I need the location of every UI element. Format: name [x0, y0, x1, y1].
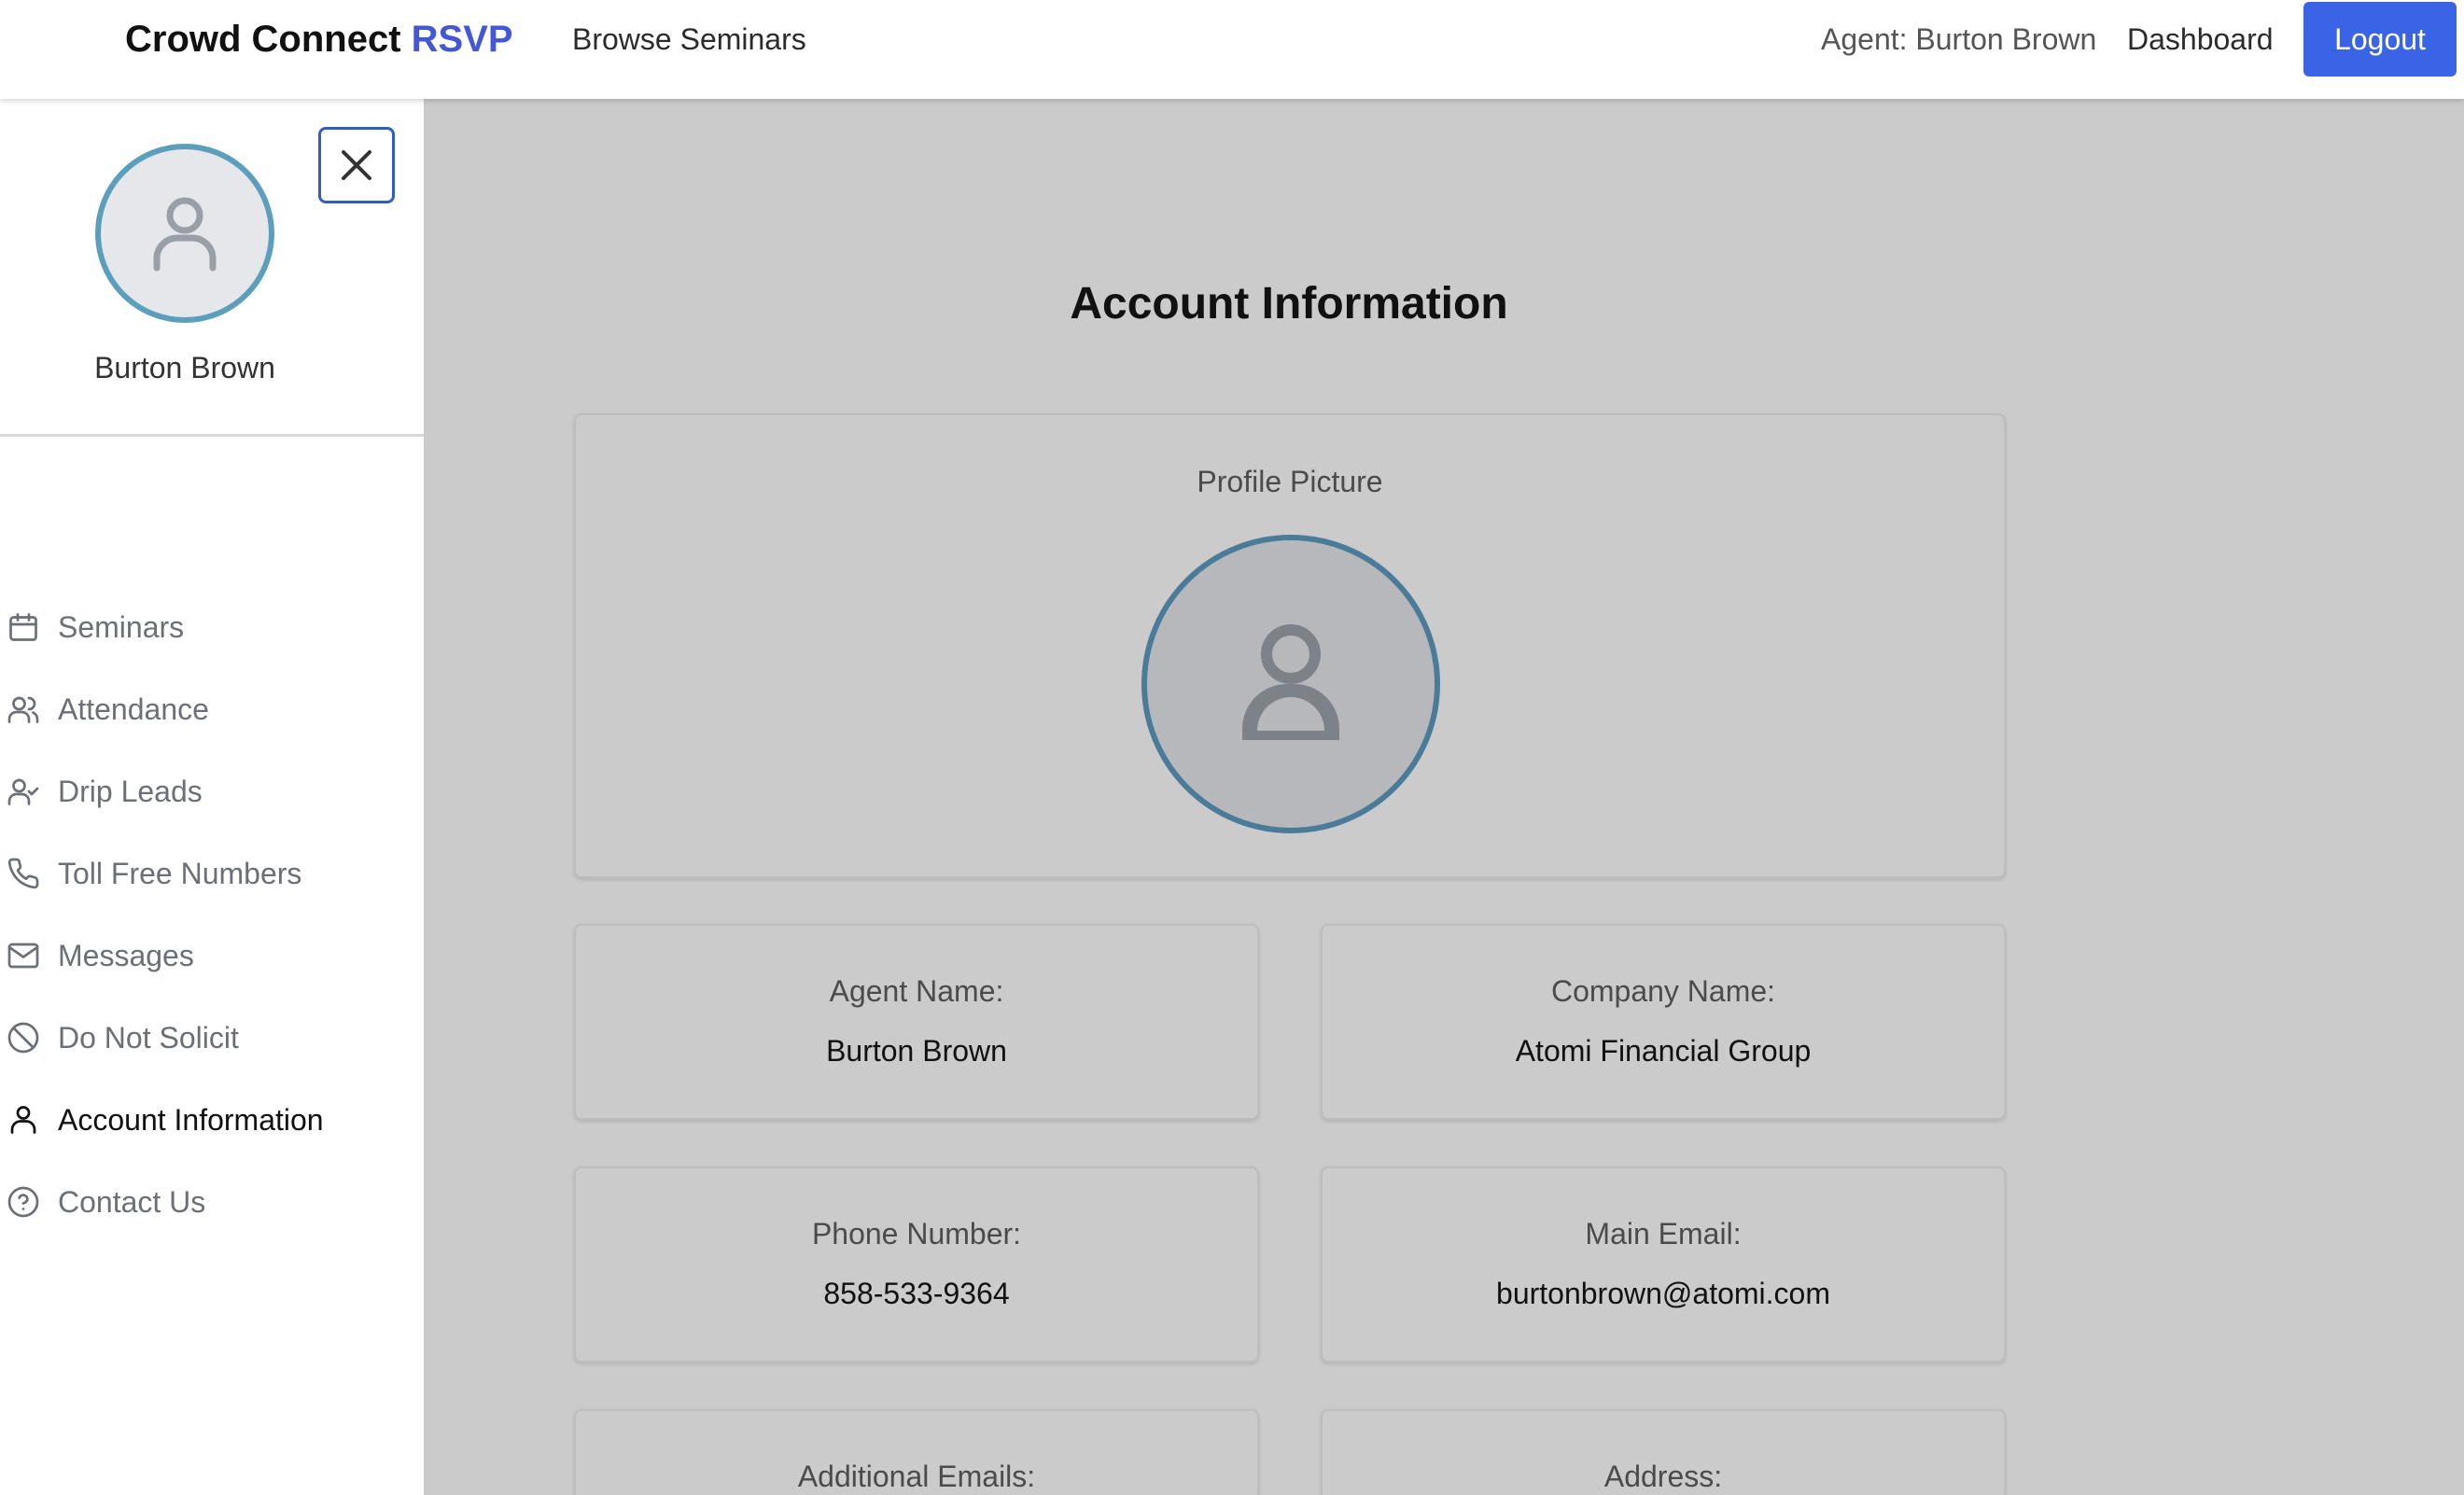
address-card: Address: — [1321, 1409, 2006, 1495]
brand-name: Crowd Connect — [125, 19, 401, 60]
help-circle-icon — [6, 1184, 41, 1220]
company-name-label: Company Name: — [1550, 974, 1776, 1008]
sidebar-item-messages[interactable]: Messages — [0, 928, 424, 984]
sidebar-item-account-information[interactable]: Account Information — [0, 1092, 424, 1148]
sidebar: Burton Brown Seminars Attendance Drip Le… — [0, 99, 424, 1495]
logout-button[interactable]: Logout — [2303, 2, 2457, 77]
brand-accent: RSVP — [411, 19, 513, 60]
address-label: Address: — [1603, 1460, 1723, 1493]
agent-name-value: Burton Brown — [826, 1034, 1007, 1068]
sidebar-user-name: Burton Brown — [94, 351, 275, 384]
close-sidebar-button[interactable] — [318, 127, 395, 203]
user-check-icon — [6, 774, 41, 809]
sidebar-item-toll-free-numbers[interactable]: Toll Free Numbers — [0, 845, 424, 901]
phone-number-label: Phone Number: — [811, 1217, 1022, 1250]
top-navbar: Crowd Connect RSVP Browse Seminars Agent… — [0, 0, 2464, 99]
main-email-value: burtonbrown@atomi.com — [1496, 1277, 1830, 1310]
company-name-card: Company Name: Atomi Financial Group — [1321, 924, 2006, 1120]
users-icon — [6, 692, 41, 727]
profile-picture-label: Profile Picture — [1197, 465, 1383, 498]
profile-picture[interactable] — [1141, 535, 1440, 833]
phone-icon — [6, 856, 41, 891]
user-avatar-icon — [1242, 624, 1339, 740]
sidebar-item-label: Seminars — [58, 610, 185, 644]
sidebar-item-label: Messages — [58, 939, 194, 972]
mail-icon — [6, 938, 41, 973]
sidebar-item-attendance[interactable]: Attendance — [0, 681, 424, 737]
sidebar-item-do-not-solicit[interactable]: Do Not Solicit — [0, 1010, 424, 1066]
additional-emails-label: Additional Emails: — [797, 1460, 1036, 1493]
page-title: Account Information — [1070, 279, 1508, 328]
sidebar-item-seminars[interactable]: Seminars — [0, 599, 424, 655]
sidebar-item-label: Drip Leads — [58, 775, 203, 808]
sidebar-item-label: Account Information — [58, 1103, 324, 1137]
main-email-card: Main Email: burtonbrown@atomi.com — [1321, 1167, 2006, 1362]
additional-emails-card: Additional Emails: — [574, 1409, 1259, 1495]
phone-number-card: Phone Number: 858-533-9364 — [574, 1167, 1259, 1362]
main-email-label: Main Email: — [1585, 1217, 1742, 1250]
sidebar-item-label: Toll Free Numbers — [58, 857, 302, 890]
ban-icon — [6, 1020, 41, 1055]
user-icon — [6, 1102, 41, 1138]
sidebar-item-label: Contact Us — [58, 1185, 206, 1219]
agent-name-label: Agent Name: — [829, 974, 1004, 1008]
user-avatar-icon — [153, 197, 217, 272]
sidebar-item-label: Do Not Solicit — [58, 1021, 239, 1055]
phone-number-value: 858-533-9364 — [823, 1277, 1010, 1310]
sidebar-item-contact-us[interactable]: Contact Us — [0, 1174, 424, 1230]
close-icon — [342, 150, 371, 180]
avatar — [95, 144, 274, 323]
sidebar-divider — [0, 434, 424, 437]
sidebar-item-drip-leads[interactable]: Drip Leads — [0, 763, 424, 819]
browse-seminars-link[interactable]: Browse Seminars — [572, 21, 806, 58]
agent-label: Agent: Burton Brown — [1821, 22, 2097, 56]
profile-picture-card: Profile Picture — [574, 413, 2006, 878]
sidebar-item-label: Attendance — [58, 692, 209, 726]
dashboard-link[interactable]: Dashboard — [2127, 21, 2274, 58]
brand-logo[interactable]: Crowd Connect RSVP — [125, 19, 513, 60]
agent-name-card: Agent Name: Burton Brown — [574, 924, 1259, 1120]
calendar-icon — [6, 609, 41, 645]
company-name-value: Atomi Financial Group — [1515, 1034, 1812, 1068]
